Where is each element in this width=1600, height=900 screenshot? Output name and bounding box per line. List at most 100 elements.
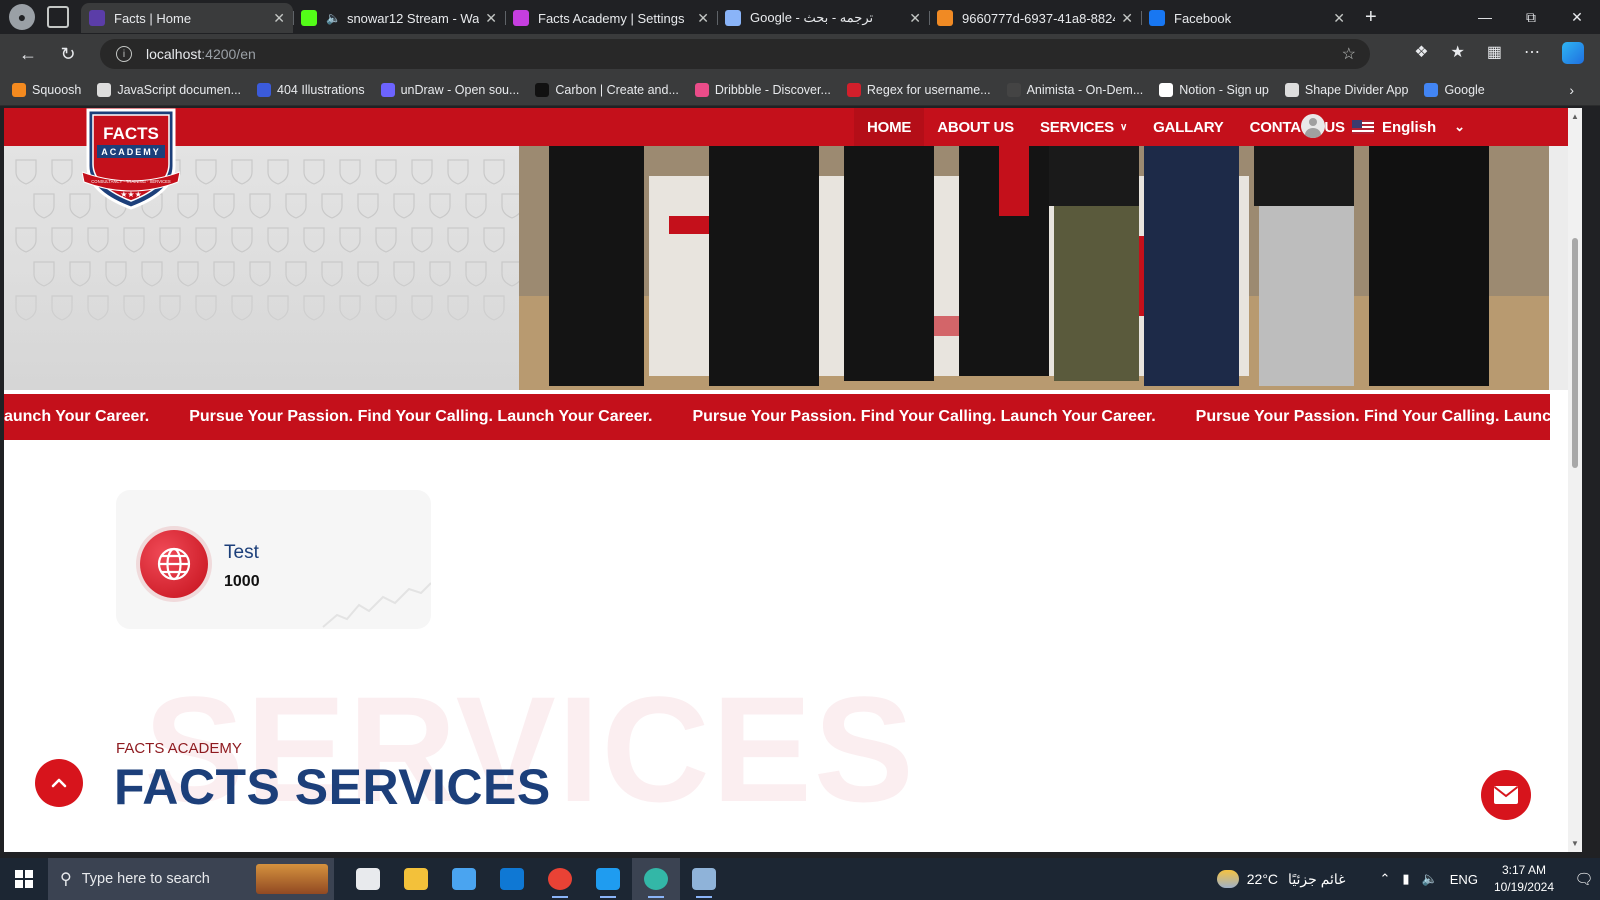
browser-tab[interactable]: Google - ترجمه - بحث ✕	[717, 3, 929, 33]
favorites-icon[interactable]: ★	[1451, 42, 1465, 64]
back-icon[interactable]: ←	[8, 44, 48, 65]
weather-widget[interactable]: 22°C غائم جزئيًا	[1216, 870, 1346, 888]
close-tab-icon[interactable]: ✕	[485, 10, 497, 27]
tab-title: snowar12 Stream - Watch	[346, 10, 480, 26]
search-highlight-image	[256, 864, 328, 894]
restore-icon[interactable]: ⧉	[1508, 0, 1554, 34]
globe-icon	[140, 530, 208, 598]
nav-link-services[interactable]: SERVICES ∨	[1027, 108, 1140, 146]
facts-academy-logo[interactable]: FACTS ACADEMY CONSULTANCY · TRAINING · S…	[82, 108, 180, 210]
taskbar-app-task-view[interactable]	[344, 858, 392, 900]
close-tab-icon[interactable]: ✕	[1333, 10, 1345, 27]
weather-temp: 22°C	[1246, 871, 1279, 887]
minimize-icon[interactable]: —	[1462, 0, 1508, 34]
clock[interactable]: 3:17 AM 10/19/2024	[1494, 862, 1554, 896]
vscode-icon	[596, 868, 620, 890]
language-selector[interactable]: English ⌄	[1352, 108, 1465, 146]
taskbar-app-vscode[interactable]	[584, 858, 632, 900]
taskbar-app-outlook[interactable]	[488, 858, 536, 900]
close-window-icon[interactable]: ✕	[1554, 0, 1600, 34]
browser-tab[interactable]: Facebook ✕	[1141, 3, 1353, 33]
notifications-icon[interactable]: 🗨	[1568, 870, 1600, 888]
scroll-to-top-button[interactable]	[35, 759, 83, 807]
search-icon: ⚲	[60, 871, 72, 888]
close-tab-icon[interactable]: ✕	[273, 10, 285, 27]
url-bar[interactable]: i localhost:4200/en ☆	[100, 39, 1370, 69]
scroll-up-icon[interactable]: ▲	[1571, 112, 1579, 121]
bookmark-item[interactable]: Notion - Sign up	[1159, 82, 1269, 97]
nav-link-gallary[interactable]: GALLARY	[1140, 108, 1237, 146]
browser-tab[interactable]: 🔈 snowar12 Stream - Watch ✕	[293, 3, 505, 33]
facebook-favicon-icon	[1149, 10, 1165, 26]
close-tab-icon[interactable]: ✕	[1121, 10, 1133, 27]
file-explorer-icon	[404, 868, 428, 890]
bookmark-item[interactable]: Google	[1424, 82, 1485, 97]
taskbar-app-edge[interactable]	[632, 858, 680, 900]
stat-title: Test	[224, 542, 259, 563]
collections-icon[interactable]: ▦	[1487, 42, 1502, 64]
bookmark-item[interactable]: Carbon | Create and...	[535, 82, 679, 97]
scrollbar-thumb[interactable]	[1572, 238, 1578, 468]
start-button[interactable]	[0, 858, 48, 900]
extensions-icon[interactable]: ❖	[1414, 42, 1428, 64]
tray-overflow-icon[interactable]: ⌃	[1380, 871, 1391, 887]
profile-icon[interactable]: ●	[9, 4, 35, 30]
taskbar-search[interactable]: ⚲ Type here to search	[48, 858, 334, 900]
logo-ribbon-text: CONSULTANCY · TRAINING · SERVICES	[91, 179, 171, 184]
ticker-track: Pursue Your Passion. Find Your Calling. …	[4, 394, 1550, 440]
system-tray: 22°C غائم جزئيًا ⌃ ▮ 🔈 ENG 3:17 AM 10/19…	[1216, 858, 1600, 900]
bookmark-item[interactable]: unDraw - Open sou...	[380, 82, 519, 97]
input-language[interactable]: ENG	[1450, 872, 1478, 887]
nav-link-about-us[interactable]: ABOUT US	[924, 108, 1027, 146]
browser-tab[interactable]: Facts | Home ✕	[81, 3, 293, 33]
facts-favicon-icon	[89, 10, 105, 26]
reload-icon[interactable]: ↻	[48, 44, 88, 65]
us-flag-icon	[1352, 120, 1374, 134]
logo-stars: ★★★	[120, 190, 142, 199]
battery-icon[interactable]: ▮	[1402, 871, 1409, 887]
envelope-icon	[1493, 786, 1519, 804]
copilot-icon[interactable]	[1562, 42, 1584, 64]
taskbar-app-postgres[interactable]	[680, 858, 728, 900]
bookmark-star-icon[interactable]: ☆	[1342, 44, 1356, 64]
page-scrollbar[interactable]: ▲ ▼	[1568, 108, 1582, 852]
tab-title: Facts | Home	[114, 10, 192, 26]
user-avatar-icon[interactable]	[1301, 114, 1325, 138]
close-tab-icon[interactable]: ✕	[909, 10, 921, 27]
bookmark-item[interactable]: Squoosh	[12, 82, 81, 97]
chevron-down-icon: ⌄	[1454, 119, 1466, 134]
speaker-icon[interactable]: 🔈	[326, 11, 341, 25]
site-navbar: HOME ABOUT US SERVICES ∨ GALLARY CONTACT US E…	[4, 108, 1582, 146]
bookmarks-overflow-icon[interactable]: ›	[1569, 82, 1574, 98]
ticker-text: Pursue Your Passion. Find Your Calling. …	[189, 408, 653, 425]
bookmarks-bar: Squoosh JavaScript documen... 404 Illustra…	[0, 74, 1600, 106]
nav-link-label: CONTACT US	[1249, 118, 1345, 136]
google-favicon-icon	[725, 10, 741, 26]
new-tab-icon[interactable]: +	[1365, 6, 1377, 29]
nav-link-home[interactable]: HOME	[854, 108, 925, 146]
scroll-down-icon[interactable]: ▼	[1571, 839, 1579, 848]
bookmark-item[interactable]: Animista - On-Dem...	[1006, 82, 1143, 97]
bookmark-item[interactable]: Shape Divider App	[1284, 82, 1408, 97]
taskbar-app-microsoft-store[interactable]	[440, 858, 488, 900]
bookmark-label: Carbon | Create and...	[555, 82, 679, 97]
bookmark-item[interactable]: JavaScript documen...	[97, 82, 241, 97]
tab-actions-icon[interactable]	[47, 6, 69, 28]
more-menu-icon[interactable]: ⋯	[1524, 42, 1540, 64]
nav-link-contact-us[interactable]: CONTACT US	[1237, 108, 1358, 146]
taskbar-app-chrome[interactable]	[536, 858, 584, 900]
browser-tab[interactable]: Facts Academy | Settings ✕	[505, 3, 717, 33]
bookmark-favicon-icon	[12, 82, 26, 97]
taskbar-app-file-explorer[interactable]	[392, 858, 440, 900]
bookmark-item[interactable]: Dribbble - Discover...	[694, 82, 831, 97]
taskbar-apps	[344, 858, 728, 900]
site-info-icon[interactable]: i	[116, 46, 132, 62]
bookmark-item[interactable]: Regex for username...	[846, 82, 991, 97]
stat-card: Test 1000	[116, 490, 431, 629]
contact-mail-button[interactable]	[1481, 770, 1531, 820]
url-host: localhost	[146, 46, 202, 62]
close-tab-icon[interactable]: ✕	[697, 10, 709, 27]
volume-icon[interactable]: 🔈	[1422, 871, 1438, 887]
browser-tab[interactable]: 9660777d-6937-41a8-8824-c ✕	[929, 3, 1141, 33]
bookmark-item[interactable]: 404 Illustrations	[257, 82, 365, 97]
